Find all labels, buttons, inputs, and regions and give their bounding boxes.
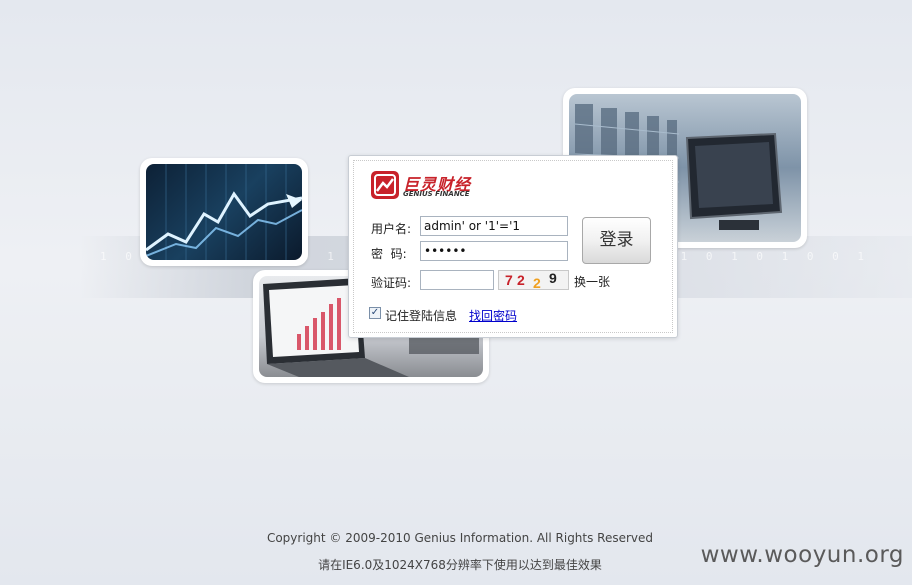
captcha-digit: 2 xyxy=(533,275,541,290)
captcha-input[interactable] xyxy=(420,270,494,290)
captcha-digit: 2 xyxy=(517,272,525,288)
captcha-image[interactable]: 7 2 2 9 xyxy=(498,270,569,290)
remember-checkbox[interactable]: ✓ xyxy=(369,307,381,319)
username-label: 用户名: xyxy=(371,222,412,236)
genius-finance-logo: 巨灵财经 GENIUS FINANCE xyxy=(371,171,481,199)
login-panel: 巨灵财经 GENIUS FINANCE 用户名: admin' or '1'='… xyxy=(348,155,678,338)
captcha-digit: 9 xyxy=(549,270,557,286)
username-input[interactable]: admin' or '1'='1 xyxy=(420,216,568,236)
password-input[interactable]: •••••• xyxy=(420,241,568,261)
logo-brand-en: GENIUS FINANCE xyxy=(403,190,470,198)
login-button[interactable]: 登录 xyxy=(582,217,651,264)
watermark: www.wooyun.org xyxy=(700,542,904,568)
stock-chart-photo xyxy=(140,158,308,266)
refresh-captcha-link[interactable]: 换一张 xyxy=(574,273,610,290)
captcha-label: 验证码: xyxy=(371,276,412,290)
remember-label: 记住登陆信息 xyxy=(385,309,458,323)
logo-chart-icon xyxy=(371,171,399,199)
captcha-digit: 7 xyxy=(505,272,513,288)
forgot-password-link[interactable]: 找回密码 xyxy=(469,307,517,324)
password-label: 密 码: xyxy=(371,247,407,261)
